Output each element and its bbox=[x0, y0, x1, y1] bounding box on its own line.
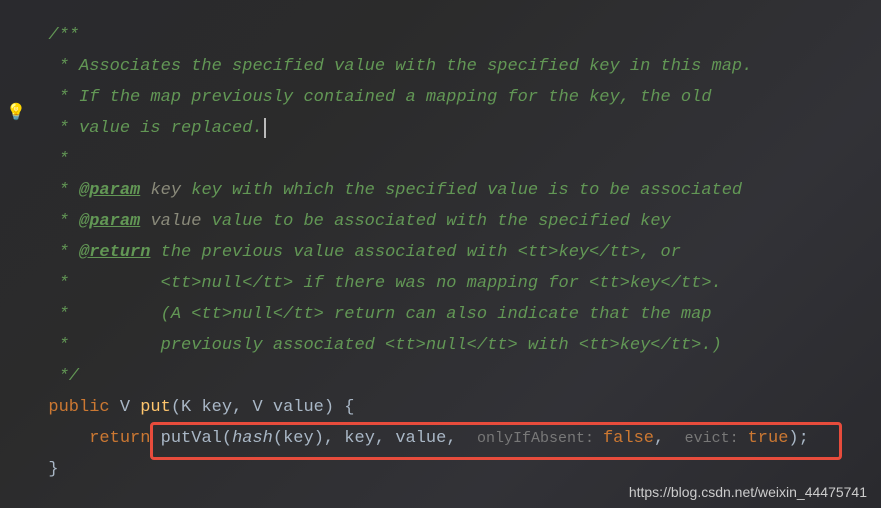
code-line: } bbox=[28, 454, 881, 485]
watermark-text: https://blog.csdn.net/weixin_44475741 bbox=[629, 484, 867, 500]
method-name: put bbox=[140, 398, 171, 417]
type: V bbox=[252, 398, 262, 417]
code-line: /** bbox=[28, 20, 881, 51]
parameter-hint: evict: bbox=[685, 430, 748, 447]
code-line: * (A <tt>null</tt> return can also indic… bbox=[28, 299, 881, 330]
code-line: * <tt>null</tt> if there was no mapping … bbox=[28, 268, 881, 299]
text-cursor bbox=[264, 118, 266, 138]
comment: * Associates the specified value with th… bbox=[48, 57, 752, 76]
type: K bbox=[181, 398, 191, 417]
code-line: * If the map previously contained a mapp… bbox=[28, 82, 881, 113]
comment: * (A <tt>null</tt> return can also indic… bbox=[48, 305, 711, 324]
boolean: true bbox=[748, 429, 789, 448]
code-line: * previously associated <tt>null</tt> wi… bbox=[28, 330, 881, 361]
comment: * bbox=[48, 212, 79, 231]
code-line: * bbox=[28, 144, 881, 175]
comment: value to be associated with the specifie… bbox=[201, 212, 670, 231]
code-line: */ bbox=[28, 361, 881, 392]
lightbulb-icon[interactable]: 💡 bbox=[6, 102, 26, 122]
punctuation: , bbox=[232, 398, 252, 417]
type: V bbox=[120, 398, 130, 417]
code-editor[interactable]: 💡 /** * Associates the specified value w… bbox=[0, 0, 881, 485]
parameter-hint: onlyIfAbsent: bbox=[477, 430, 603, 447]
argument: key bbox=[283, 429, 314, 448]
brace: } bbox=[48, 460, 58, 479]
comment: */ bbox=[48, 367, 79, 386]
comment: * bbox=[48, 150, 68, 169]
comment: * <tt>null</tt> if there was no mapping … bbox=[48, 274, 721, 293]
comment: * bbox=[48, 243, 79, 262]
code-line: * @return the previous value associated … bbox=[28, 237, 881, 268]
keyword: return bbox=[89, 429, 150, 448]
code-line: * value is replaced. bbox=[28, 113, 881, 144]
boolean: false bbox=[603, 429, 654, 448]
param-name: value bbox=[150, 212, 201, 231]
brace: { bbox=[334, 398, 354, 417]
keyword: public bbox=[48, 398, 109, 417]
comment: the previous value associated with <tt>k… bbox=[150, 243, 681, 262]
code-line: * Associates the specified value with th… bbox=[28, 51, 881, 82]
javadoc-tag: @param bbox=[79, 212, 140, 231]
comment: * previously associated <tt>null</tt> wi… bbox=[48, 336, 721, 355]
method-call: putVal bbox=[161, 429, 222, 448]
comment: key with which the specified value is to… bbox=[181, 181, 742, 200]
argument: value bbox=[395, 429, 446, 448]
argument: key bbox=[344, 429, 375, 448]
javadoc-tag: @param bbox=[79, 181, 140, 200]
comment: * value is replaced. bbox=[48, 119, 262, 138]
code-line: * @param value value to be associated wi… bbox=[28, 206, 881, 237]
code-line: * @param key key with which the specifie… bbox=[28, 175, 881, 206]
comment: * bbox=[48, 181, 79, 200]
parameter: value bbox=[273, 398, 324, 417]
parameter: key bbox=[201, 398, 232, 417]
code-line: public V put(K key, V value) { bbox=[28, 392, 881, 423]
param-name: key bbox=[150, 181, 181, 200]
method-call: hash bbox=[232, 429, 273, 448]
javadoc-tag: @return bbox=[79, 243, 150, 262]
comment: /** bbox=[48, 26, 79, 45]
comment: * If the map previously contained a mapp… bbox=[48, 88, 711, 107]
code-line: return putVal(hash(key), key, value, onl… bbox=[28, 423, 881, 454]
